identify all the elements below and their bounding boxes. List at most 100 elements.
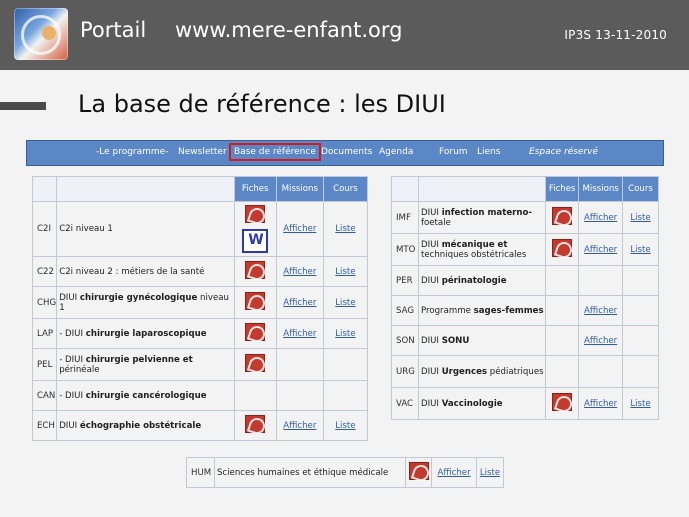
table-row: HUM Sciences humaines et éthique médical…: [186, 457, 504, 488]
nav-item-base-reference[interactable]: Base de référence: [229, 143, 321, 161]
course-code: ECH: [31, 410, 58, 441]
fiches-cell: [233, 348, 277, 381]
missions-cell: Afficher: [275, 256, 324, 287]
header-tag: IP3S 13-11-2010: [564, 28, 667, 42]
course-code: MTO: [391, 233, 419, 266]
afficher-link[interactable]: Afficher: [283, 267, 316, 277]
pdf-icon[interactable]: [245, 415, 266, 433]
table-row: LAP - DIUI chirurgie laparoscopique Affi…: [31, 318, 369, 349]
cours-cell: [322, 348, 369, 381]
cours-cell: Liste: [322, 256, 369, 287]
missions-cell: Afficher: [275, 286, 324, 319]
cours-cell: Liste: [322, 410, 369, 441]
course-label-emphasis: SONU: [441, 335, 470, 346]
course-label: C2i niveau 2 : métiers de la santé: [56, 256, 235, 287]
course-label-emphasis: infection materno-: [441, 207, 532, 218]
pdf-icon[interactable]: [245, 323, 266, 341]
liste-link[interactable]: Liste: [335, 224, 355, 234]
right-table-header: Fiches Missions Cours: [391, 176, 659, 202]
nav-item-agenda[interactable]: Agenda: [379, 147, 413, 157]
afficher-link[interactable]: Afficher: [584, 399, 617, 409]
pdf-icon[interactable]: [245, 205, 266, 223]
liste-link[interactable]: Liste: [335, 421, 355, 431]
course-label: - DIUI chirurgie cancérologique: [56, 380, 235, 411]
fiches-cell: [545, 325, 580, 356]
liste-link[interactable]: Liste: [335, 267, 355, 277]
liste-link[interactable]: Liste: [630, 213, 650, 223]
pdf-icon[interactable]: [245, 292, 266, 310]
afficher-link[interactable]: Afficher: [283, 329, 316, 339]
course-label-emphasis: échographie obstétricale: [79, 420, 202, 431]
course-label: C2i niveau 1: [56, 201, 235, 257]
afficher-link[interactable]: Afficher: [584, 245, 617, 255]
pdf-icon[interactable]: [552, 393, 573, 411]
site-logo: [14, 8, 68, 60]
afficher-link[interactable]: Afficher: [283, 298, 316, 308]
course-code: PEL: [31, 348, 58, 381]
course-code: LAP: [31, 318, 58, 349]
course-label: - DIUI chirurgie laparoscopique: [56, 318, 235, 349]
liste-link[interactable]: Liste: [335, 298, 355, 308]
course-code: IMF: [391, 201, 419, 234]
cours-cell: Liste: [622, 233, 659, 266]
fiches-cell: [405, 457, 433, 488]
fiches-cell: [233, 318, 277, 349]
missions-cell: Afficher: [275, 318, 324, 349]
right-header-missions: Missions: [578, 176, 624, 202]
course-code: CAN: [31, 380, 58, 411]
course-code: SAG: [391, 295, 419, 326]
missions-cell: Afficher: [431, 457, 477, 488]
nav-item-liens[interactable]: Liens: [477, 147, 500, 157]
afficher-link[interactable]: Afficher: [283, 421, 316, 431]
nav-item-programme[interactable]: -Le programme-: [96, 147, 168, 157]
table-row: SAG Programme sages-femmes Afficher: [391, 295, 659, 326]
pdf-icon[interactable]: [552, 207, 573, 225]
course-label: DIUI Vaccinologie: [417, 387, 547, 420]
table-row: C2I C2i niveau 1 W Afficher Liste: [31, 201, 369, 257]
bottom-courses-table: HUM Sciences humaines et éthique médical…: [186, 457, 504, 488]
right-header-fiches: Fiches: [545, 176, 580, 202]
cours-cell: [622, 265, 659, 296]
right-courses-table: Fiches Missions Cours IMF DIUI infection…: [391, 176, 659, 420]
pdf-icon[interactable]: [552, 239, 573, 257]
pdf-icon[interactable]: [245, 261, 266, 279]
cours-cell: Liste: [322, 286, 369, 319]
missions-cell: Afficher: [578, 201, 624, 234]
word-icon[interactable]: W: [242, 229, 269, 253]
cours-cell: [622, 325, 659, 356]
pdf-icon[interactable]: [245, 354, 266, 372]
nav-item-documents[interactable]: Documents: [321, 147, 372, 157]
right-header-cours: Cours: [622, 176, 659, 202]
liste-link[interactable]: Liste: [630, 399, 650, 409]
cours-cell: [322, 380, 369, 411]
brand-title: Portail: [80, 18, 147, 42]
nav-item-espace-reserve[interactable]: Espace réservé: [529, 147, 598, 157]
course-label: DIUI Urgences pédiatriques: [417, 355, 547, 388]
top-header: Portail www.mere-enfant.org IP3S 13-11-2…: [0, 0, 689, 70]
fiches-icons: W: [235, 205, 276, 253]
afficher-link[interactable]: Afficher: [283, 224, 316, 234]
cours-cell: Liste: [322, 201, 369, 257]
afficher-link[interactable]: Afficher: [437, 468, 470, 478]
missions-cell: [275, 348, 324, 381]
missions-cell: Afficher: [578, 387, 624, 420]
missions-cell: [578, 355, 624, 388]
afficher-link[interactable]: Afficher: [584, 306, 617, 316]
table-row: CHG DIUI chirurgie gynécologique niveau …: [31, 286, 369, 319]
page-title: La base de référence : les DIUI: [78, 90, 446, 118]
missions-cell: Afficher: [578, 295, 624, 326]
nav-item-forum[interactable]: Forum: [439, 147, 468, 157]
afficher-link[interactable]: Afficher: [584, 213, 617, 223]
liste-link[interactable]: Liste: [480, 468, 500, 478]
fiches-cell: [233, 380, 277, 411]
right-header-label-blank: [417, 176, 547, 202]
afficher-link[interactable]: Afficher: [584, 336, 617, 346]
nav-item-newsletter[interactable]: Newsletter: [178, 147, 227, 157]
liste-link[interactable]: Liste: [335, 329, 355, 339]
pdf-icon[interactable]: [408, 462, 429, 480]
brand-url: www.mere-enfant.org: [175, 18, 403, 42]
table-row: PEL - DIUI chirurgie pelvienne et périné…: [31, 348, 369, 381]
course-code: C2I: [31, 201, 58, 257]
left-header-cours: Cours: [322, 176, 369, 202]
liste-link[interactable]: Liste: [630, 245, 650, 255]
